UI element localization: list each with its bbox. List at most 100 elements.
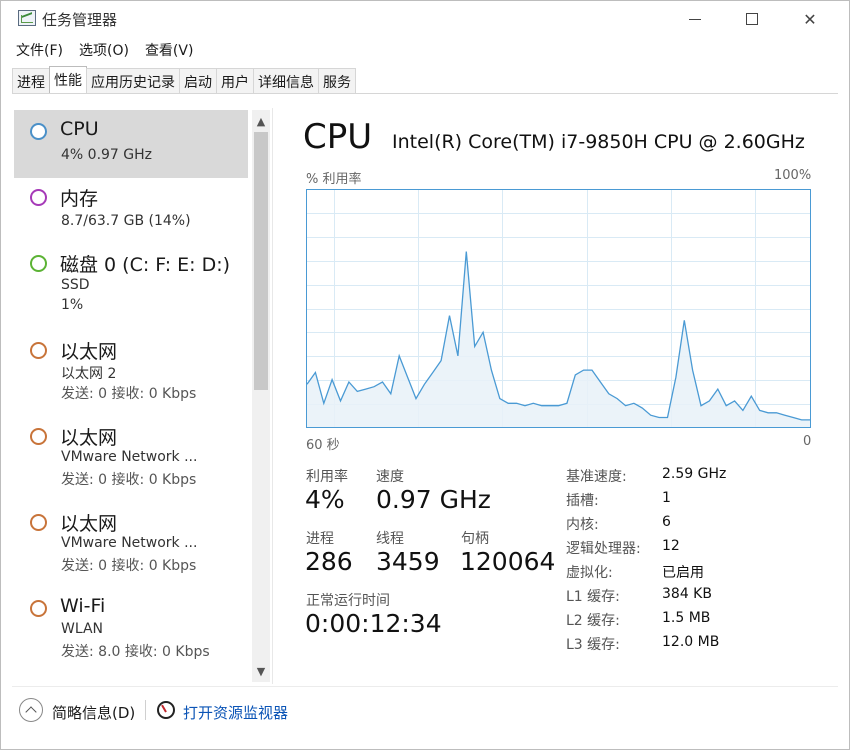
resource-name: 以太网 xyxy=(60,341,118,363)
threads-label: 线程 xyxy=(376,531,404,547)
uptime-label: 正常运行时间 xyxy=(306,593,390,609)
resource-list: CPU 4% 0.97 GHz 内存 8.7/63.7 GB (14%) 磁盘 … xyxy=(12,108,272,680)
utilization-value: 4% xyxy=(305,485,345,514)
close-icon: ✕ xyxy=(803,9,817,29)
menu-file[interactable]: 文件(F) xyxy=(14,40,71,62)
resource-list-scrollbar[interactable]: ▲ ▼ xyxy=(252,110,270,682)
info-key-sockets: 插槽: xyxy=(566,493,599,509)
resource-sub-2: 1% xyxy=(61,297,84,313)
scroll-up-icon[interactable]: ▲ xyxy=(252,112,270,130)
window-title: 任务管理器 xyxy=(42,11,118,29)
info-val-cores: 6 xyxy=(662,514,671,530)
minimize-icon xyxy=(689,18,701,20)
info-val-l1-cache: 384 KB xyxy=(662,586,712,602)
resource-sub: 以太网 2 xyxy=(61,366,117,382)
resource-item-memory[interactable]: 内存 8.7/63.7 GB (14%) xyxy=(14,176,248,244)
memory-indicator-icon xyxy=(30,189,47,206)
resource-name: CPU xyxy=(60,118,99,140)
info-val-logical-processors: 12 xyxy=(662,538,680,554)
tab-users[interactable]: 用户 xyxy=(216,68,254,94)
disk-indicator-icon xyxy=(30,255,47,272)
task-manager-icon xyxy=(18,10,36,26)
scroll-down-icon[interactable]: ▼ xyxy=(252,662,270,680)
footer-separator xyxy=(145,700,146,720)
cpu-heading: CPU xyxy=(303,117,373,157)
resource-item-ethernet[interactable]: 以太网 VMware Network ... 发送: 0 接收: 0 Kbps xyxy=(14,501,248,587)
info-key-base-speed: 基准速度: xyxy=(566,469,627,485)
resource-item-cpu[interactable]: CPU 4% 0.97 GHz xyxy=(14,110,248,178)
info-val-sockets: 1 xyxy=(662,490,671,506)
tab-performance[interactable]: 性能 xyxy=(49,66,87,94)
resource-sub: SSD xyxy=(61,277,90,293)
resource-sub-2: 发送: 0 接收: 0 Kbps xyxy=(61,472,197,488)
info-val-l3-cache: 12.0 MB xyxy=(662,634,720,650)
ethernet-indicator-icon xyxy=(30,342,47,359)
wifi-indicator-icon xyxy=(30,600,47,617)
panel-divider xyxy=(272,108,273,684)
menu-bar: 文件(F) 选项(O) 查看(V) xyxy=(14,40,207,62)
chart-x-end: 0 xyxy=(803,434,812,449)
tab-services[interactable]: 服务 xyxy=(318,68,356,94)
cpu-utilization-chart xyxy=(306,189,811,428)
resource-name: 以太网 xyxy=(60,513,118,535)
open-resource-monitor-link[interactable]: 打开资源监视器 xyxy=(183,702,288,723)
cpu-model: Intel(R) Core(TM) i7-9850H CPU @ 2.60GHz xyxy=(392,131,805,153)
utilization-label: 利用率 xyxy=(306,469,348,485)
tab-details[interactable]: 详细信息 xyxy=(253,68,319,94)
chart-x-start: 60 秒 xyxy=(306,438,340,453)
menu-view[interactable]: 查看(V) xyxy=(143,40,202,62)
info-key-l3-cache: L3 缓存: xyxy=(566,637,620,653)
resource-sub-2: 发送: 0 接收: 0 Kbps xyxy=(61,386,197,402)
close-button[interactable]: ✕ xyxy=(795,6,825,32)
info-key-cores: 内核: xyxy=(566,517,599,533)
tab-startup[interactable]: 启动 xyxy=(179,68,217,94)
resource-sub: VMware Network ... xyxy=(61,535,198,551)
resource-item-ethernet[interactable]: 以太网 VMware Network ... 发送: 0 接收: 0 Kbps xyxy=(14,415,248,501)
speed-value: 0.97 GHz xyxy=(376,485,491,514)
menu-options[interactable]: 选项(O) xyxy=(77,40,137,62)
resource-item-disk[interactable]: 磁盘 0 (C: F: E: D:) SSD 1% xyxy=(14,242,248,328)
resource-item-wifi[interactable]: Wi-Fi WLAN 发送: 8.0 接收: 0 Kbps xyxy=(14,587,248,673)
info-val-virtualization: 已启用 xyxy=(662,565,704,581)
maximize-icon xyxy=(746,13,758,25)
footer-divider xyxy=(12,686,838,687)
chevron-up-icon xyxy=(25,706,37,718)
info-key-virtualization: 虚拟化: xyxy=(566,565,613,581)
resource-sub: 4% 0.97 GHz xyxy=(61,147,153,163)
threads-value: 3459 xyxy=(376,547,440,576)
resource-sub: VMware Network ... xyxy=(61,449,198,465)
info-val-base-speed: 2.59 GHz xyxy=(662,466,727,482)
processes-label: 进程 xyxy=(306,531,334,547)
info-val-l2-cache: 1.5 MB xyxy=(662,610,711,626)
tab-divider xyxy=(12,93,838,94)
info-key-logical-processors: 逻辑处理器: xyxy=(566,541,641,557)
processes-value: 286 xyxy=(305,547,353,576)
ethernet-indicator-icon xyxy=(30,514,47,531)
scroll-thumb[interactable] xyxy=(254,132,268,390)
resource-sub-2: 发送: 8.0 接收: 0 Kbps xyxy=(61,644,210,660)
resource-sub: 8.7/63.7 GB (14%) xyxy=(61,213,191,229)
handles-label: 句柄 xyxy=(461,531,489,547)
resource-name: 以太网 xyxy=(60,427,118,449)
fewer-details-button[interactable] xyxy=(19,698,43,722)
tab-app-history[interactable]: 应用历史记录 xyxy=(86,68,180,94)
handles-value: 120064 xyxy=(460,547,556,576)
info-key-l2-cache: L2 缓存: xyxy=(566,613,620,629)
resource-name: 内存 xyxy=(60,188,99,210)
resource-sub-2: 发送: 0 接收: 0 Kbps xyxy=(61,558,197,574)
chart-y-max: 100% xyxy=(774,168,812,183)
ethernet-indicator-icon xyxy=(30,428,47,445)
fewer-details-label[interactable]: 简略信息(D) xyxy=(52,702,135,723)
cpu-indicator-icon xyxy=(30,123,47,140)
tab-strip: 进程 性能 应用历史记录 启动 用户 详细信息 服务 xyxy=(12,66,356,94)
info-key-l1-cache: L1 缓存: xyxy=(566,589,620,605)
chart-y-label: % 利用率 xyxy=(306,172,362,187)
resource-item-ethernet[interactable]: 以太网 以太网 2 发送: 0 接收: 0 Kbps xyxy=(14,329,248,415)
resource-name: 磁盘 0 (C: F: E: D:) xyxy=(60,254,231,276)
uptime-value: 0:00:12:34 xyxy=(305,609,442,638)
task-manager-window: 任务管理器 ✕ 文件(F) 选项(O) 查看(V) 进程 性能 应用历史记录 启… xyxy=(0,0,850,750)
maximize-button[interactable] xyxy=(737,6,767,32)
tab-processes[interactable]: 进程 xyxy=(12,68,50,94)
title-bar[interactable]: 任务管理器 ✕ xyxy=(0,0,850,38)
minimize-button[interactable] xyxy=(680,6,710,32)
